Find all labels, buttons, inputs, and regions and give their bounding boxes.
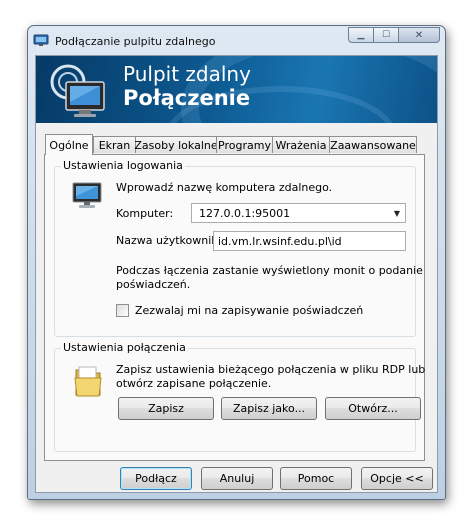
title-bar[interactable]: Podłączanie pulpitu zdalnego ▁ ☐ ✕ (28, 26, 445, 54)
connection-settings-title: Ustawienia połączenia (61, 341, 188, 354)
save-button[interactable]: Zapisz (118, 397, 214, 420)
save-as-button[interactable]: Zapisz jako... (221, 397, 317, 420)
banner-subtitle: Połączenie (123, 86, 251, 110)
dialog-client-area: Pulpit zdalny Połączenie Ogólne Ekran Za… (35, 55, 438, 493)
credentials-info-line2: poświadczeń. (116, 278, 191, 291)
chevron-down-icon[interactable]: ▼ (394, 209, 400, 218)
computer-label: Komputer: (116, 207, 174, 220)
username-label: Nazwa użytkownika: (116, 234, 228, 247)
connection-settings-group: Ustawienia połączenia Zapisz ustawienia … (54, 341, 425, 452)
options-button[interactable]: Opcje << (361, 467, 433, 490)
connection-desc-line1: Zapisz ustawienia bieżącego połączenia w… (116, 363, 426, 376)
open-button[interactable]: Otwórz... (325, 397, 421, 420)
folder-icon (74, 366, 102, 397)
connect-button[interactable]: Podłącz (120, 467, 192, 490)
remote-desktop-logo-icon (50, 64, 105, 117)
cancel-button[interactable]: Anuluj (201, 467, 273, 490)
computer-value: 127.0.0.1:95001 (199, 207, 291, 220)
login-settings-group: Ustawienia logowania Wprowadź nazwę komp… (54, 159, 423, 337)
username-field[interactable] (213, 231, 406, 251)
login-prompt-text: Wprowadź nazwę komputera zdalnego. (116, 181, 333, 194)
computer-combobox[interactable]: 127.0.0.1:95001 ▼ (191, 203, 406, 223)
tab-experience[interactable]: Wrażenia (272, 136, 330, 153)
credentials-info-line1: Podczas łączenia zastanie wyświetlony mo… (116, 264, 423, 277)
remote-desktop-icon (33, 34, 49, 46)
save-credentials-label[interactable]: Zezwalaj mi na zapisywanie poświadczeń (135, 304, 363, 317)
maximize-button[interactable]: ☐ (373, 27, 399, 43)
general-tab-panel: Ustawienia logowania Wprowadź nazwę komp… (44, 154, 425, 461)
banner: Pulpit zdalny Połączenie (36, 56, 437, 123)
tab-display[interactable]: Ekran (93, 136, 136, 153)
tab-advanced[interactable]: Zaawansowane (329, 136, 417, 153)
tab-programs[interactable]: Programy (216, 136, 273, 153)
tab-local-resources[interactable]: Zasoby lokalne (134, 136, 218, 153)
window-title: Podłączanie pulpitu zdalnego (55, 35, 216, 48)
tab-general[interactable]: Ogólne (45, 134, 93, 155)
computer-monitor-icon (72, 182, 102, 208)
banner-title: Pulpit zdalny (123, 62, 251, 86)
help-button[interactable]: Pomoc (280, 467, 352, 490)
minimize-button[interactable]: ▁ (348, 27, 374, 43)
save-credentials-checkbox[interactable] (116, 304, 129, 317)
login-settings-title: Ustawienia logowania (61, 159, 185, 172)
close-button[interactable]: ✕ (398, 27, 440, 43)
remote-desktop-window: Podłączanie pulpitu zdalnego ▁ ☐ ✕ Pulpi… (27, 25, 446, 500)
connection-desc-line2: otwórz zapisane połączenie. (116, 377, 272, 390)
